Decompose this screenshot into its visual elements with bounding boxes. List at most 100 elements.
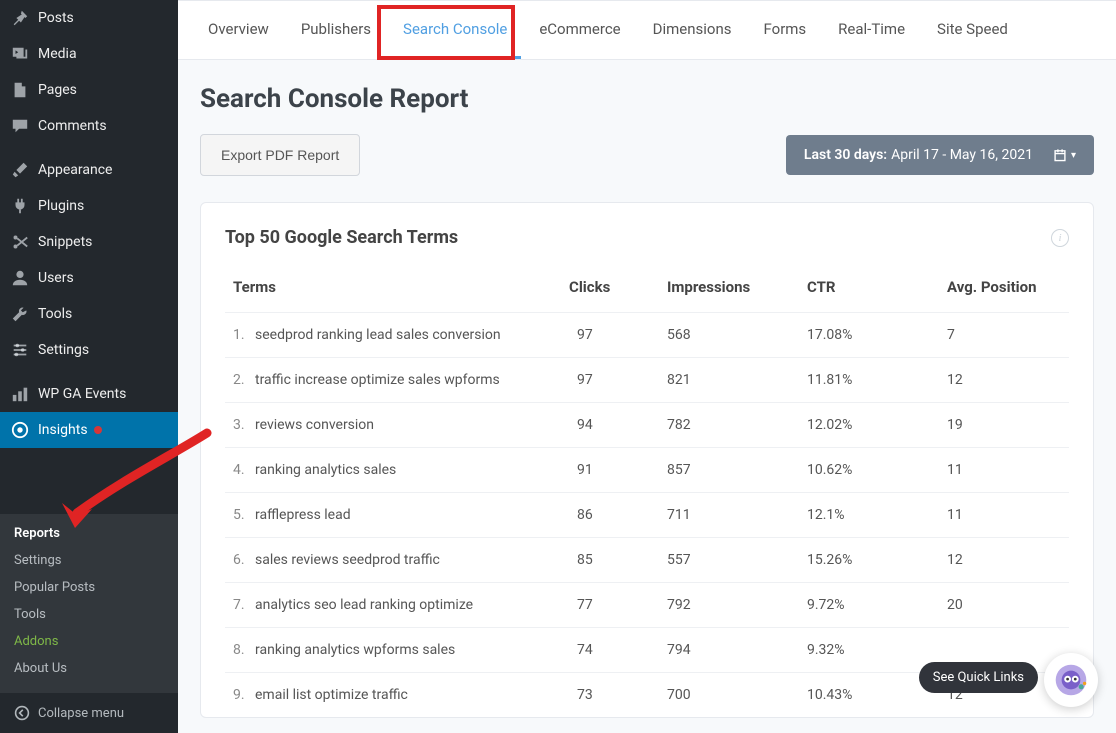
sidebar-item-media[interactable]: Media <box>0 36 178 72</box>
card-title: Top 50 Google Search Terms <box>225 227 458 248</box>
row-index: 9. <box>225 673 255 718</box>
cell-ctr: 11.81% <box>799 358 939 403</box>
tab-search-console[interactable]: Search Console <box>389 2 521 59</box>
sidebar-item-insights[interactable]: Insights <box>0 412 178 448</box>
tab-real-time[interactable]: Real-Time <box>824 2 919 59</box>
cell-ctr: 10.62% <box>799 448 939 493</box>
col-position: Avg. Position <box>939 266 1069 313</box>
cell-ctr: 12.02% <box>799 403 939 448</box>
sidebar-item-snippets[interactable]: Snippets <box>0 224 178 260</box>
mascot-icon <box>1054 663 1088 697</box>
cell-clicks: 74 <box>569 628 659 673</box>
insights-submenu: Reports Settings Popular Posts Tools Add… <box>0 514 178 692</box>
cell-clicks: 73 <box>569 673 659 718</box>
table-row: 5.rafflepress lead8671112.1%11 <box>225 493 1069 538</box>
sidebar-item-settings[interactable]: Settings <box>0 332 178 368</box>
submenu-reports[interactable]: Reports <box>0 520 178 547</box>
see-quick-links-button[interactable]: See Quick Links <box>919 662 1038 693</box>
col-impressions: Impressions <box>659 266 799 313</box>
submenu-popular-posts[interactable]: Popular Posts <box>0 574 178 601</box>
cell-position: 12 <box>939 358 1069 403</box>
sidebar-item-appearance[interactable]: Appearance <box>0 152 178 188</box>
cell-ctr: 12.1% <box>799 493 939 538</box>
row-index: 4. <box>225 448 255 493</box>
chevron-down-icon: ▾ <box>1071 150 1076 161</box>
cell-impressions: 782 <box>659 403 799 448</box>
insights-icon <box>10 420 30 440</box>
table-row: 1.seedprod ranking lead sales conversion… <box>225 313 1069 358</box>
cell-term: reviews conversion <box>255 403 569 448</box>
table-row: 6.sales reviews seedprod traffic8555715.… <box>225 538 1069 583</box>
date-range-value: April 17 - May 16, 2021 <box>891 147 1033 163</box>
cell-impressions: 792 <box>659 583 799 628</box>
page-title: Search Console Report <box>200 84 1094 114</box>
cell-clicks: 91 <box>569 448 659 493</box>
submenu-tools[interactable]: Tools <box>0 601 178 628</box>
col-clicks: Clicks <box>569 266 659 313</box>
sidebar-item-plugins[interactable]: Plugins <box>0 188 178 224</box>
tab-overview[interactable]: Overview <box>194 2 283 59</box>
row-index: 1. <box>225 313 255 358</box>
cell-term: seedprod ranking lead sales conversion <box>255 313 569 358</box>
pin-icon <box>10 8 30 28</box>
row-index: 5. <box>225 493 255 538</box>
tab-ecommerce[interactable]: eCommerce <box>525 2 634 59</box>
sidebar-item-wp-ga-events[interactable]: WP GA Events <box>0 376 178 412</box>
row-index: 7. <box>225 583 255 628</box>
date-range-label: Last 30 days: <box>804 147 887 163</box>
comment-icon <box>10 116 30 136</box>
cell-term: traffic increase optimize sales wpforms <box>255 358 569 403</box>
plug-icon <box>10 196 30 216</box>
user-icon <box>10 268 30 288</box>
submenu-addons[interactable]: Addons <box>0 628 178 655</box>
tab-dimensions[interactable]: Dimensions <box>639 2 746 59</box>
submenu-settings[interactable]: Settings <box>0 547 178 574</box>
date-range-picker[interactable]: Last 30 days: April 17 - May 16, 2021 ▾ <box>786 135 1094 175</box>
cell-term: ranking analytics wpforms sales <box>255 628 569 673</box>
cell-position: 11 <box>939 448 1069 493</box>
collapse-menu-button[interactable]: Collapse menu <box>0 692 178 733</box>
cell-clicks: 77 <box>569 583 659 628</box>
quick-links-fab[interactable] <box>1044 653 1098 707</box>
sidebar-item-pages[interactable]: Pages <box>0 72 178 108</box>
sidebar-item-tools[interactable]: Tools <box>0 296 178 332</box>
sidebar-item-users[interactable]: Users <box>0 260 178 296</box>
sidebar-item-comments[interactable]: Comments <box>0 108 178 144</box>
tab-forms[interactable]: Forms <box>750 2 821 59</box>
notification-dot-icon <box>94 426 102 434</box>
cell-impressions: 557 <box>659 538 799 583</box>
cell-term: sales reviews seedprod traffic <box>255 538 569 583</box>
brush-icon <box>10 160 30 180</box>
tab-site-speed[interactable]: Site Speed <box>923 2 1022 59</box>
cell-clicks: 86 <box>569 493 659 538</box>
calendar-icon: ▾ <box>1053 148 1076 162</box>
cell-impressions: 568 <box>659 313 799 358</box>
cell-clicks: 85 <box>569 538 659 583</box>
wrench-icon <box>10 304 30 324</box>
cell-term: email list optimize traffic <box>255 673 569 718</box>
cell-term: analytics seo lead ranking optimize <box>255 583 569 628</box>
cell-impressions: 821 <box>659 358 799 403</box>
cell-impressions: 700 <box>659 673 799 718</box>
cell-ctr: 17.08% <box>799 313 939 358</box>
table-row: 4.ranking analytics sales9185710.62%11 <box>225 448 1069 493</box>
cell-clicks: 94 <box>569 403 659 448</box>
info-icon[interactable]: i <box>1051 229 1069 247</box>
cell-position: 12 <box>939 538 1069 583</box>
table-row: 2.traffic increase optimize sales wpform… <box>225 358 1069 403</box>
sidebar-item-posts[interactable]: Posts <box>0 0 178 36</box>
cell-clicks: 97 <box>569 358 659 403</box>
tab-publishers[interactable]: Publishers <box>287 2 385 59</box>
cell-impressions: 711 <box>659 493 799 538</box>
search-terms-table: Terms Clicks Impressions CTR Avg. Positi… <box>225 266 1069 717</box>
row-index: 8. <box>225 628 255 673</box>
row-index: 3. <box>225 403 255 448</box>
page-icon <box>10 80 30 100</box>
cell-position: 11 <box>939 493 1069 538</box>
media-icon <box>10 44 30 64</box>
col-ctr: CTR <box>799 266 939 313</box>
submenu-about-us[interactable]: About Us <box>0 655 178 682</box>
table-row: 7.analytics seo lead ranking optimize777… <box>225 583 1069 628</box>
export-pdf-button[interactable]: Export PDF Report <box>200 134 360 176</box>
report-tabs: Overview Publishers Search Console eComm… <box>178 0 1116 60</box>
